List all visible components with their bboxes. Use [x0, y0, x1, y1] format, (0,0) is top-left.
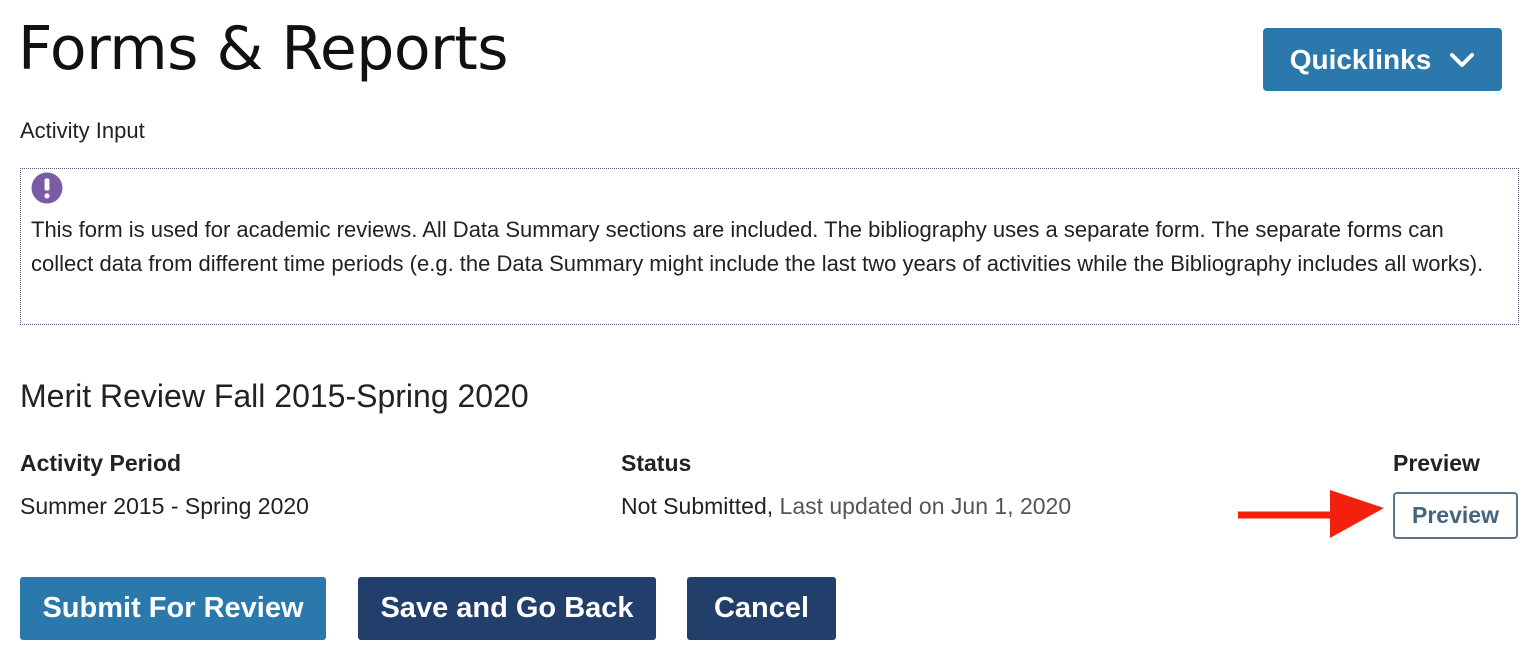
last-updated-text: Last updated on Jun 1, 2020	[779, 493, 1072, 519]
status-header: Status	[621, 450, 692, 476]
review-title: Merit Review Fall 2015-Spring 2020	[20, 378, 529, 414]
preview-header: Preview	[1393, 450, 1480, 476]
cancel-button[interactable]: Cancel	[687, 577, 836, 640]
preview-button[interactable]: Preview	[1393, 492, 1518, 539]
notice-text: This form is used for academic reviews. …	[31, 217, 1484, 276]
quicklinks-label: Quicklinks	[1289, 43, 1432, 75]
arrow-right-icon	[1238, 490, 1384, 538]
activity-period-header: Activity Period	[20, 450, 182, 476]
activity-period-value: Summer 2015 - Spring 2020	[20, 493, 309, 519]
status-value: Not Submitted, Last updated on Jun 1, 20…	[621, 493, 1071, 520]
chevron-down-icon	[1450, 52, 1475, 67]
quicklinks-button[interactable]: Quicklinks	[1263, 28, 1502, 91]
notice-box: This form is used for academic reviews. …	[20, 168, 1519, 325]
status-text: Not Submitted,	[621, 493, 774, 519]
page-title: Forms & Reports	[18, 14, 509, 84]
save-and-go-back-button[interactable]: Save and Go Back	[358, 577, 656, 640]
exclamation-circle-icon	[31, 172, 63, 204]
submit-for-review-button[interactable]: Submit For Review	[20, 577, 326, 640]
form-subheading: Activity Input	[20, 118, 145, 143]
